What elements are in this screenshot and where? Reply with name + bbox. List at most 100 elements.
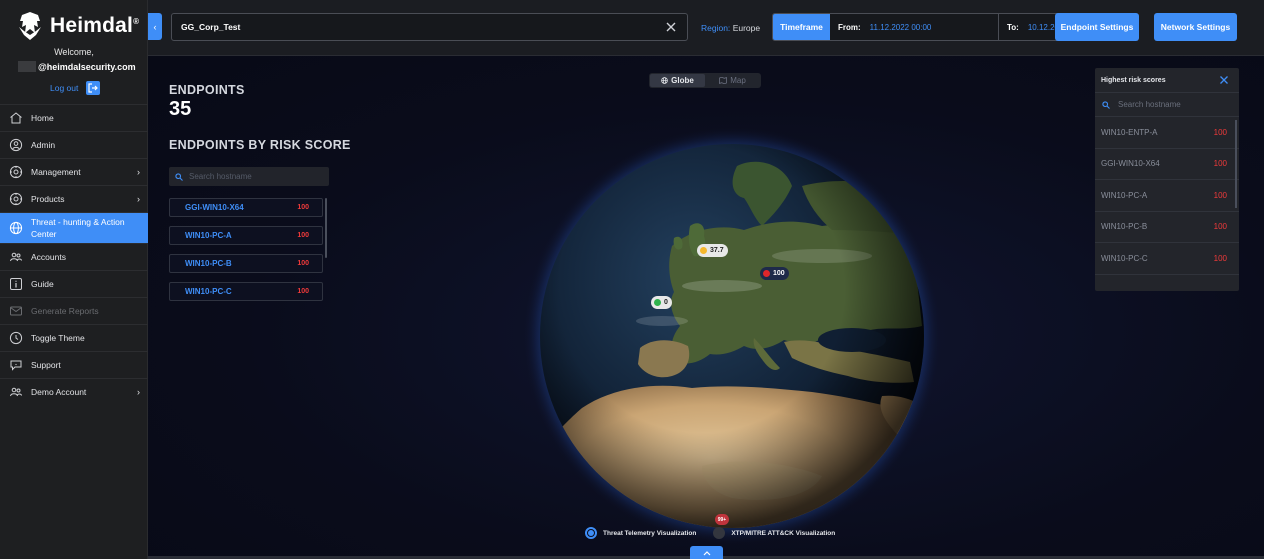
collapse-sidebar-button[interactable]: ‹: [148, 13, 162, 40]
sidebar-item-label: Guide: [31, 279, 54, 289]
highest-risk-panel: Highest risk scores WIN10-ENTP-A100GGI-W…: [1095, 68, 1239, 291]
list-item[interactable]: GGI-WIN10-X64 100: [169, 198, 323, 217]
sidebar-item-products[interactable]: Products ›: [0, 185, 148, 212]
list-item[interactable]: WIN10-PC-B 100: [169, 254, 323, 273]
risk-score: 100: [297, 260, 309, 267]
sidebar-item-label: Generate Reports: [31, 306, 99, 316]
sidebar-item-label: Admin: [31, 140, 56, 150]
threat-telemetry-radio[interactable]: [585, 527, 597, 539]
theme-icon: [9, 331, 23, 345]
info-icon: [9, 277, 23, 291]
table-row[interactable]: WIN10-ENTP-A 100: [1095, 117, 1239, 149]
chevron-right-icon: ›: [137, 387, 140, 397]
hostname: WIN10-PC-B: [185, 259, 232, 268]
logout-link[interactable]: Log out: [50, 81, 101, 95]
view-toggle: Globe Map: [649, 73, 761, 88]
endpoints-title: ENDPOINTS: [169, 83, 245, 97]
user-email: @heimdalsecurity.com: [18, 61, 136, 72]
visualization-toggle: Threat Telemetry Visualization XTP/MITRE…: [585, 527, 835, 539]
brand-logo[interactable]: Heimdal®: [16, 11, 139, 41]
region-value: Europe: [732, 23, 761, 33]
logout-icon: [86, 81, 101, 95]
sidebar-item-accounts[interactable]: Accounts: [0, 243, 148, 270]
tenant-selector[interactable]: GG_Corp_Test: [171, 13, 688, 41]
hostname: WIN10-PC-B: [1101, 222, 1148, 232]
risk-score: 100: [1213, 159, 1227, 169]
scrollbar[interactable]: [325, 198, 327, 258]
radio-dot: [588, 530, 594, 536]
heimdal-helmet-icon: [19, 12, 41, 40]
table-row[interactable]: WIN10-PC-A 100: [1095, 180, 1239, 212]
sidebar-item-label: Demo Account: [31, 387, 87, 397]
sidebar-nav: Home Admin Management › Products › Threat - hu…: [0, 104, 148, 405]
gear-icon: [9, 192, 23, 206]
redacted-block: [18, 61, 36, 72]
sidebar-item-guide[interactable]: Guide: [0, 270, 148, 297]
risk-score: 100: [297, 204, 309, 211]
panel-search[interactable]: [1095, 93, 1239, 117]
user-icon: [9, 138, 23, 152]
hostname: WIN10-PC-C: [185, 287, 232, 296]
risk-list: GGI-WIN10-X64 100 WIN10-PC-A 100 WIN10-PC-B 1…: [169, 198, 323, 310]
map-marker[interactable]: 100: [760, 267, 789, 280]
email-text: @heimdalsecurity.com: [38, 61, 136, 72]
search-icon: [1102, 100, 1110, 109]
endpoint-settings-button[interactable]: Endpoint Settings: [1055, 13, 1139, 41]
risk-score: 100: [1213, 127, 1227, 137]
table-row[interactable]: WIN10-PC-B 100: [1095, 212, 1239, 243]
sidebar-item-support[interactable]: Support: [0, 351, 148, 378]
welcome-text: Welcome,: [54, 47, 94, 57]
chevron-up-icon: [703, 550, 710, 555]
xtp-radio[interactable]: [713, 527, 726, 539]
map-marker[interactable]: 37.7: [697, 244, 728, 257]
marker-dot: [763, 270, 770, 277]
sidebar-item-label: Products: [31, 194, 65, 204]
sidebar-item-threat-hunting-action-center[interactable]: Threat - hunting & Action Center: [0, 212, 148, 243]
hostname: WIN10-PC-A: [1101, 190, 1148, 200]
chat-icon: [9, 358, 23, 372]
sidebar-item-home[interactable]: Home: [0, 104, 148, 131]
risk-score: 100: [1213, 222, 1227, 232]
table-row[interactable]: WIN10-PC-C 100: [1095, 243, 1239, 275]
panel-header: Highest risk scores: [1095, 68, 1239, 93]
from-date-field[interactable]: From: 11.12.2022 00:00: [830, 14, 998, 40]
timeframe-group: Timeframe From: 11.12.2022 00:00 To: 10.…: [772, 13, 1092, 41]
sidebar-item-demo-account[interactable]: Demo Account ›: [0, 378, 148, 405]
globe-icon: [661, 77, 668, 84]
close-icon[interactable]: [664, 20, 678, 34]
globe-view-button[interactable]: Globe: [650, 74, 705, 87]
hostname: WIN10-ENTP-A: [1101, 127, 1158, 137]
globe-shading: [540, 144, 924, 528]
close-icon[interactable]: [1218, 74, 1230, 86]
search-input[interactable]: [189, 172, 319, 181]
sidebar-item-label: Management: [31, 167, 81, 177]
hostname: GGI-WIN10-X64: [1101, 159, 1160, 169]
sidebar-item-label: Toggle Theme: [31, 333, 85, 343]
map-view-button[interactable]: Map: [705, 74, 760, 87]
expand-panel-button[interactable]: [690, 546, 723, 559]
chevron-left-icon: ‹: [153, 21, 157, 32]
list-item[interactable]: WIN10-PC-A 100: [169, 226, 323, 245]
earth-globe[interactable]: [522, 126, 942, 546]
to-label: To:: [1007, 22, 1019, 32]
sidebar-item-management[interactable]: Management ›: [0, 158, 148, 185]
hostname: WIN10-PC-C: [1101, 253, 1148, 263]
timeframe-button[interactable]: Timeframe: [773, 14, 830, 40]
sidebar-item-admin[interactable]: Admin: [0, 131, 148, 158]
sidebar-item-toggle-theme[interactable]: Toggle Theme: [0, 324, 148, 351]
search-input[interactable]: [1118, 100, 1228, 109]
network-settings-button[interactable]: Network Settings: [1154, 13, 1237, 41]
map-marker[interactable]: 0: [651, 296, 672, 309]
list-item[interactable]: WIN10-PC-C 100: [169, 282, 323, 301]
hostname: GGI-WIN10-X64: [185, 203, 244, 212]
chevron-right-icon: ›: [137, 194, 140, 204]
globe-icon: [9, 221, 23, 235]
logout-label: Log out: [50, 83, 79, 93]
map-icon: [719, 77, 728, 84]
scrollbar[interactable]: [1235, 120, 1237, 208]
search-icon: [175, 172, 183, 181]
hostname-search[interactable]: [169, 167, 329, 186]
table-row[interactable]: GGI-WIN10-X64 100: [1095, 149, 1239, 180]
home-icon: [9, 111, 23, 125]
sidebar-item-generate-reports: Generate Reports: [0, 297, 148, 324]
